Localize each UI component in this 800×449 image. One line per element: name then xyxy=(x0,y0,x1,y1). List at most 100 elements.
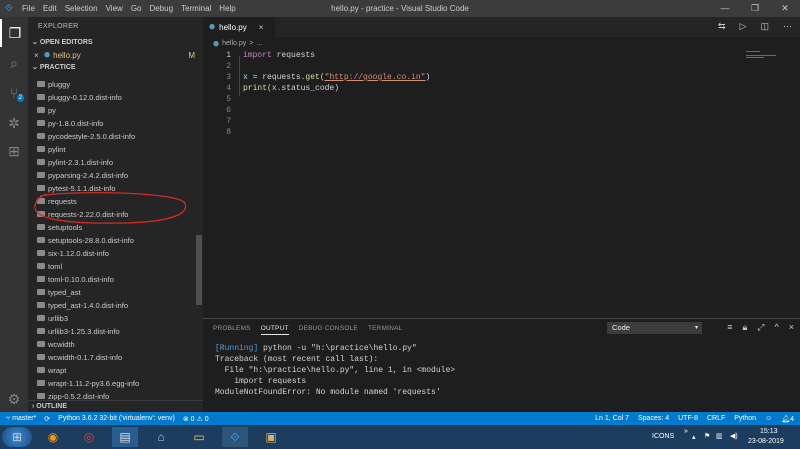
winrar-icon[interactable]: ▣ xyxy=(258,427,284,447)
annotation-circle xyxy=(34,191,187,224)
more-actions-icon[interactable]: ⋯ xyxy=(783,21,792,32)
editor-tab-bar: ⬣ hello.py × ⇆ ▷ ◫ ⋯ xyxy=(203,17,800,37)
tray-icons-label[interactable]: ICONS xyxy=(652,433,674,440)
outline-section[interactable]: › OUTLINE xyxy=(28,400,203,412)
close-window-button[interactable]: ✕ xyxy=(770,0,800,17)
firefox-icon[interactable]: ◉ xyxy=(40,427,66,447)
source-control-icon[interactable]: ⑂ 2 xyxy=(0,79,28,107)
code-editor[interactable]: 1 2 3 4 5 6 7 8 import requests x = requests.ge… xyxy=(203,50,800,315)
tab-close-icon[interactable]: × xyxy=(259,23,264,32)
clock-date[interactable]: 23-08-2019 xyxy=(748,438,784,445)
network-app-icon[interactable]: ⌂ xyxy=(148,427,174,447)
branch-status[interactable]: ⑂ master* xyxy=(6,415,36,423)
folder-item[interactable]: pylint xyxy=(28,143,203,156)
folder-item[interactable]: py-1.8.0.dist-info xyxy=(28,117,203,130)
lock-icon[interactable]: 🔒︎ xyxy=(743,322,748,333)
panel-tabs: PROBLEMS OUTPUT DEBUG CONSOLE TERMINAL xyxy=(213,325,402,335)
encoding-status[interactable]: UTF-8 xyxy=(678,415,698,423)
feedback-icon[interactable]: ☺ xyxy=(765,415,772,423)
sync-icon[interactable]: ⟳ xyxy=(44,415,50,423)
folder-item[interactable]: wcwidth xyxy=(28,338,203,351)
tab-hello-py[interactable]: ⬣ hello.py × xyxy=(203,17,275,37)
menu-item-terminal[interactable]: Terminal xyxy=(181,4,211,13)
chrome-icon[interactable]: ◎ xyxy=(76,427,102,447)
breadcrumb-file[interactable]: hello.py xyxy=(222,40,246,47)
folder-item[interactable]: py xyxy=(28,104,203,117)
search-icon[interactable]: ⌕ xyxy=(0,49,28,77)
menu-item-go[interactable]: Go xyxy=(131,4,142,13)
language-mode[interactable]: Python xyxy=(734,415,756,423)
panel-tab-debug-console[interactable]: DEBUG CONSOLE xyxy=(299,325,358,335)
output-channel-select[interactable]: Code ▾ xyxy=(607,322,702,334)
panel-tab-output[interactable]: OUTPUT xyxy=(260,325,289,335)
folder-item[interactable]: toml-0.10.0.dist-info xyxy=(28,273,203,286)
compare-icon[interactable]: ⇆ xyxy=(718,21,726,32)
volume-icon[interactable]: ◀) xyxy=(730,432,738,440)
windows-start-icon[interactable]: ⊞ xyxy=(2,427,32,447)
folder-item[interactable]: setuptools-28.8.0.dist-info xyxy=(28,234,203,247)
folder-item[interactable]: wcwidth-0.1.7.dist-info xyxy=(28,351,203,364)
menu-item-view[interactable]: View xyxy=(106,4,123,13)
folder-item[interactable]: pylint-2.3.1.dist-info xyxy=(28,156,203,169)
maximize-panel-icon[interactable]: ⤢ xyxy=(757,322,764,333)
interpreter-status[interactable]: Python 3.6.2 32-bit ('virtualenv': venv) xyxy=(58,415,175,423)
app-icon[interactable]: ▤ xyxy=(112,427,138,447)
problems-status[interactable]: ⊗ 0 ⚠ 0 xyxy=(183,415,209,423)
maximize-button[interactable]: ❐ xyxy=(740,0,770,17)
close-panel-icon[interactable]: × xyxy=(789,322,794,333)
explorer-icon[interactable]: ❐ xyxy=(0,19,28,47)
folder-item[interactable]: toml xyxy=(28,260,203,273)
open-editors-section[interactable]: ⌄ OPEN EDITORS xyxy=(28,37,203,49)
clear-output-icon[interactable]: ≡ xyxy=(727,322,732,333)
network-icon[interactable]: ▥ xyxy=(716,432,723,440)
folder-item[interactable]: pluggy xyxy=(28,78,203,91)
folder-item[interactable]: pyparsing-2.4.2.dist-info xyxy=(28,169,203,182)
folder-item[interactable]: typed_ast xyxy=(28,286,203,299)
menu-item-help[interactable]: Help xyxy=(219,4,235,13)
notifications-status[interactable]: 🔔︎4 xyxy=(781,415,794,423)
flag-icon[interactable]: ⚑ xyxy=(704,432,710,440)
folder-item[interactable]: wrapt-1.11.2-py3.6.egg-info xyxy=(28,377,203,390)
output-line-5: ModuleNotFoundError: No module named 're… xyxy=(215,388,441,397)
run-icon[interactable]: ▷ xyxy=(740,21,747,32)
indentation-status[interactable]: Spaces: 4 xyxy=(638,415,669,423)
close-icon[interactable]: × xyxy=(34,49,44,62)
clock-time[interactable]: 15:13 xyxy=(760,428,778,435)
folder-item[interactable]: typed_ast-1.4.0.dist-info xyxy=(28,299,203,312)
line-number: 3 xyxy=(226,73,231,82)
cursor-position[interactable]: Ln 1, Col 7 xyxy=(595,415,629,423)
practice-section[interactable]: ⌄ PRACTICE xyxy=(28,62,203,74)
folder-item[interactable]: pycodestyle-2.5.0.dist-info xyxy=(28,130,203,143)
window-controls: — ❐ ✕ xyxy=(710,0,800,17)
folder-item[interactable]: six-1.12.0.dist-info xyxy=(28,247,203,260)
folder-item[interactable]: urllib3 xyxy=(28,312,203,325)
menu-item-edit[interactable]: Edit xyxy=(43,4,57,13)
chevron-up-icon[interactable]: ^ xyxy=(775,322,779,333)
folder-item[interactable]: pluggy-0.12.0.dist-info xyxy=(28,91,203,104)
breadcrumb-more[interactable]: ... xyxy=(256,40,262,47)
chevron-icon[interactable]: » xyxy=(684,428,688,435)
panel-tab-problems[interactable]: PROBLEMS xyxy=(213,325,251,335)
chevron-down-icon: ▾ xyxy=(694,325,698,331)
folder-item[interactable]: wrapt xyxy=(28,364,203,377)
menu-item-file[interactable]: File xyxy=(22,4,35,13)
show-hidden-icon[interactable]: ▴ xyxy=(692,433,696,441)
folder-item[interactable]: urllib3-1.25.3.dist-info xyxy=(28,325,203,338)
folder-tree: pluggy pluggy-0.12.0.dist-info py py-1.8.0.… xyxy=(28,74,203,403)
split-editor-icon[interactable]: ◫ xyxy=(760,21,769,32)
minimize-button[interactable]: — xyxy=(710,0,740,17)
minimap[interactable] xyxy=(746,50,786,62)
sidebar-scrollbar[interactable] xyxy=(196,235,202,305)
error-icon: ⊗ xyxy=(182,415,191,423)
settings-gear-icon[interactable]: ⚙ xyxy=(0,385,28,413)
menu-item-debug[interactable]: Debug xyxy=(149,4,173,13)
panel-tab-terminal[interactable]: TERMINAL xyxy=(368,325,402,335)
extensions-icon[interactable]: ⊞ xyxy=(0,137,28,165)
vscode-taskbar-icon[interactable]: ⟐ xyxy=(222,427,248,447)
vscode-logo-icon: ⟐ xyxy=(5,3,13,14)
menu-item-selection[interactable]: Selection xyxy=(65,4,98,13)
debug-icon[interactable]: ✲ xyxy=(0,109,28,137)
eol-status[interactable]: CRLF xyxy=(707,415,725,423)
open-editor-item[interactable]: × ⬣ hello.py M xyxy=(28,49,203,62)
file-explorer-icon[interactable]: ▭ xyxy=(186,427,212,447)
